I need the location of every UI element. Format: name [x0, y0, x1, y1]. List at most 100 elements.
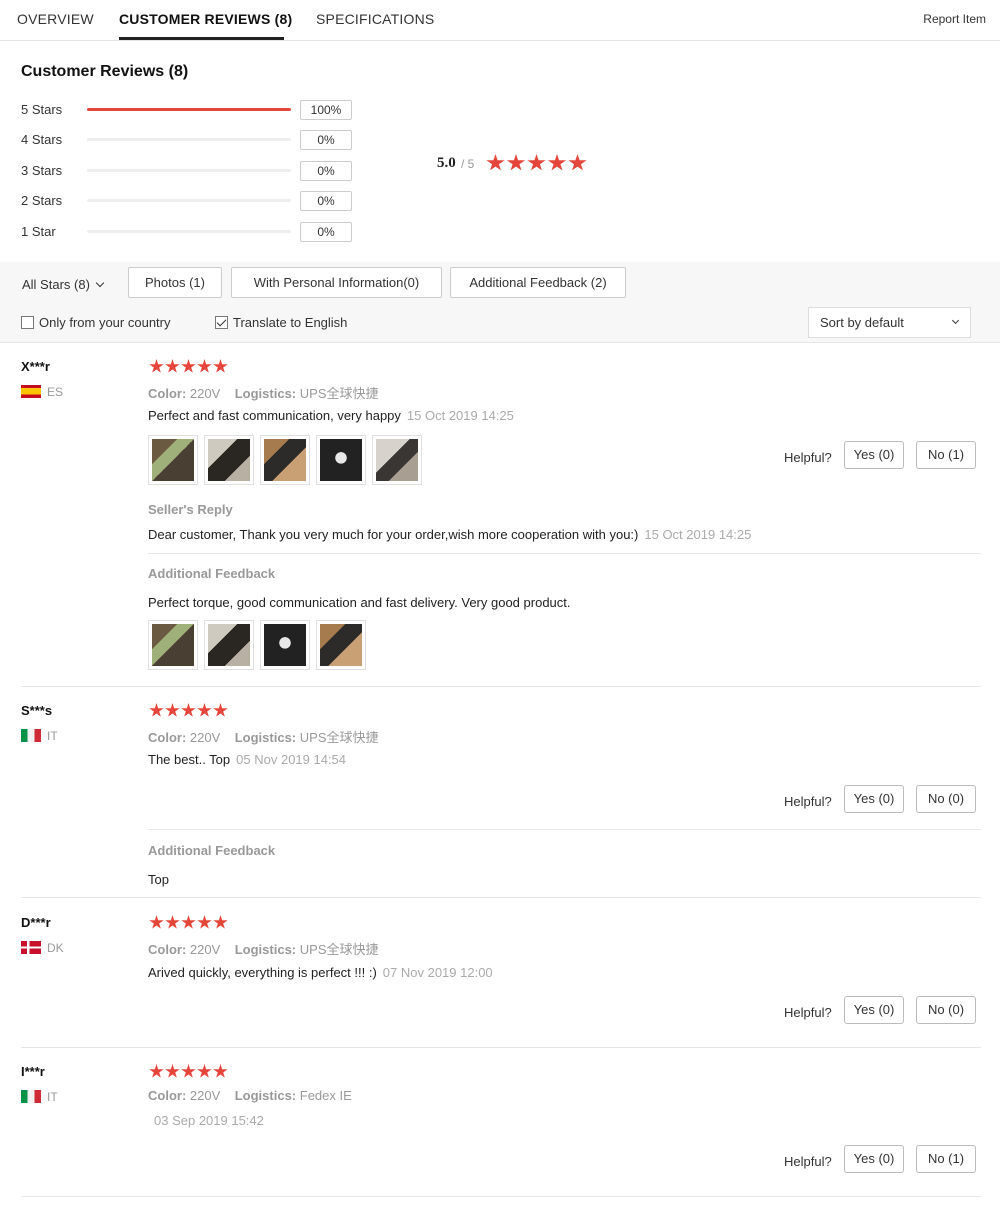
logistics-value: UPS全球快捷	[299, 386, 379, 401]
photo-image	[376, 439, 418, 481]
checkbox-box	[215, 316, 228, 329]
helpful-label: Helpful?	[784, 1154, 832, 1169]
rating-row-2[interactable]: 2 Stars 0%	[21, 191, 361, 211]
logistics-value: UPS全球快捷	[299, 730, 379, 745]
rating-percentage: 100%	[300, 100, 352, 120]
sort-select[interactable]: Sort by default	[808, 307, 971, 338]
logistics-label: Logistics:	[234, 386, 297, 401]
helpful-yes-button[interactable]: Yes (0)	[844, 1145, 904, 1173]
review-text: The best.. Top 05 Nov 2019 14:54	[148, 752, 346, 767]
helpful-no-button[interactable]: No (1)	[916, 441, 976, 469]
helpful-no-button[interactable]: No (0)	[916, 785, 976, 813]
star-icon	[197, 915, 212, 929]
flag-es-icon	[21, 385, 41, 398]
personal-info-filter-button[interactable]: With Personal Information(0)	[231, 267, 442, 298]
additional-feedback-title: Additional Feedback	[148, 566, 276, 581]
star-icon	[486, 154, 505, 171]
star-icon	[506, 154, 526, 171]
review-photo-thumbnail[interactable]	[204, 435, 254, 485]
review-body: Perfect and fast communication, very hap…	[148, 408, 401, 423]
active-tab-indicator	[119, 37, 284, 40]
review-photo-thumbnail[interactable]	[148, 435, 198, 485]
rating-row-label: 3 Stars	[21, 163, 63, 178]
review-attributes: Color: 220V Logistics: UPS全球快捷	[148, 383, 379, 402]
country-code: IT	[47, 729, 58, 743]
additional-feedback-filter-button[interactable]: Additional Feedback (2)	[450, 267, 626, 298]
helpful-label: Helpful?	[784, 1005, 832, 1020]
review-separator	[21, 686, 981, 687]
divider	[148, 553, 981, 554]
star-icon	[181, 703, 196, 717]
divider	[148, 829, 981, 830]
helpful-no-button[interactable]: No (0)	[916, 996, 976, 1024]
all-stars-label: All Stars (8)	[22, 277, 90, 292]
color-value: 220V	[189, 386, 221, 401]
review-photo-thumbnail[interactable]	[372, 435, 422, 485]
helpful-yes-button[interactable]: Yes (0)	[844, 996, 904, 1024]
review-attributes: Color: 220V Logistics: Fedex IE	[148, 1088, 352, 1103]
review-photo-thumbnail[interactable]	[316, 620, 366, 670]
review-photo-thumbnail[interactable]	[260, 620, 310, 670]
logistics-value: UPS全球快捷	[299, 942, 379, 957]
color-value: 220V	[189, 730, 221, 745]
additional-feedback-text: Perfect torque, good communication and f…	[148, 595, 571, 610]
helpful-yes-button[interactable]: Yes (0)	[844, 441, 904, 469]
photo-image	[152, 624, 194, 666]
rating-row-3[interactable]: 3 Stars 0%	[21, 161, 361, 181]
rating-row-5[interactable]: 5 Stars 100%	[21, 100, 361, 120]
helpful-yes-button[interactable]: Yes (0)	[844, 785, 904, 813]
color-label: Color:	[148, 730, 187, 745]
seller-reply-body: Dear customer, Thank you very much for y…	[148, 527, 639, 542]
review-photo-thumbnail[interactable]	[148, 620, 198, 670]
review-photos	[148, 435, 428, 485]
logistics-label: Logistics:	[234, 1088, 297, 1103]
tab-specifications[interactable]: SPECIFICATIONS	[316, 11, 434, 27]
rating-row-label: 2 Stars	[21, 193, 63, 208]
star-icon	[149, 359, 164, 373]
average-rating-value: 5.0	[437, 155, 456, 171]
photos-filter-button[interactable]: Photos (1)	[128, 267, 222, 298]
review-photo-thumbnail[interactable]	[260, 435, 310, 485]
review-separator	[21, 1196, 981, 1197]
seller-reply-date: 15 Oct 2019 14:25	[644, 527, 752, 542]
tab-overview[interactable]: OVERVIEW	[17, 11, 94, 27]
star-icon	[213, 915, 228, 929]
report-item-link[interactable]: Report Item	[923, 12, 986, 26]
star-icon	[197, 1064, 212, 1078]
rating-percentage: 0%	[300, 222, 352, 242]
review-stars	[149, 703, 229, 718]
star-icon	[527, 154, 546, 171]
rating-row-1[interactable]: 1 Star 0%	[21, 222, 361, 242]
country-code: ES	[47, 385, 64, 399]
logistics-value: Fedex IE	[299, 1088, 352, 1103]
review-stars	[149, 915, 229, 930]
review-stars	[149, 1064, 229, 1079]
photo-image	[152, 439, 194, 481]
additional-feedback-photos	[148, 620, 372, 670]
rating-row-4[interactable]: 4 Stars 0%	[21, 130, 361, 150]
all-stars-dropdown[interactable]: All Stars (8)	[22, 277, 105, 292]
review-date: 05 Nov 2019 14:54	[236, 752, 347, 767]
review-photo-thumbnail[interactable]	[316, 435, 366, 485]
helpful-no-button[interactable]: No (1)	[916, 1145, 976, 1173]
reviews-summary-title: Customer Reviews (8)	[21, 63, 189, 80]
photo-image	[320, 439, 362, 481]
review-text: Arived quickly, everything is perfect !!…	[148, 965, 493, 980]
reviewer-name: D***r	[21, 915, 51, 930]
reviewer-name: I***r	[21, 1064, 45, 1079]
star-icon	[213, 703, 228, 717]
star-icon	[165, 915, 180, 929]
star-icon	[213, 359, 228, 373]
reviewer-name: X***r	[21, 359, 50, 374]
flag-it-icon	[21, 1090, 41, 1103]
review-photo-thumbnail[interactable]	[204, 620, 254, 670]
tab-bar: OVERVIEW CUSTOMER REVIEWS (8) SPECIFICAT…	[0, 0, 1000, 41]
rating-bar-fill	[87, 108, 291, 111]
star-icon	[149, 915, 164, 929]
star-icon	[181, 1064, 196, 1078]
star-icon	[547, 154, 567, 171]
tab-customer-reviews[interactable]: CUSTOMER REVIEWS (8)	[119, 11, 292, 27]
average-rating-max: / 5	[461, 157, 475, 171]
flag-dk-icon	[21, 941, 41, 954]
photo-image	[264, 439, 306, 481]
